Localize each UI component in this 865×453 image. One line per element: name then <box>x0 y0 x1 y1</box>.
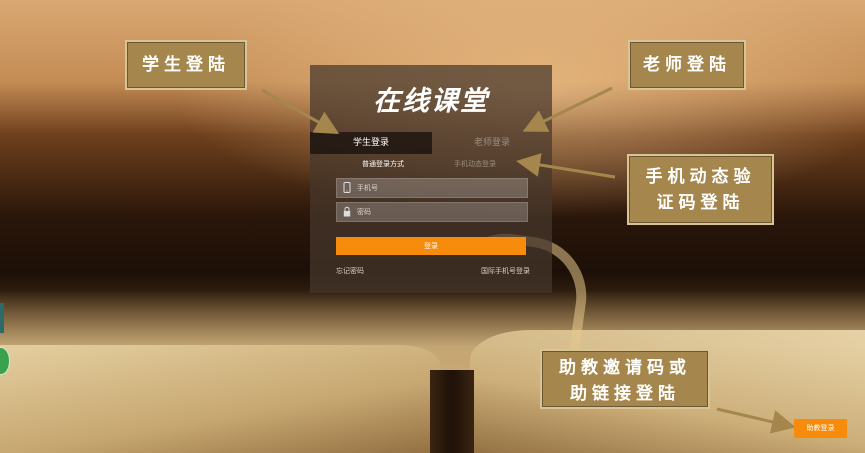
side-feedback-tab[interactable] <box>0 303 4 333</box>
callout-arrows <box>261 86 796 434</box>
arrow-teacher <box>522 86 613 132</box>
arrow-student <box>261 88 340 134</box>
arrow-assistant <box>716 407 796 434</box>
arrow-sms <box>516 153 616 179</box>
assistant-login-button[interactable]: 助教登录 <box>794 419 847 438</box>
